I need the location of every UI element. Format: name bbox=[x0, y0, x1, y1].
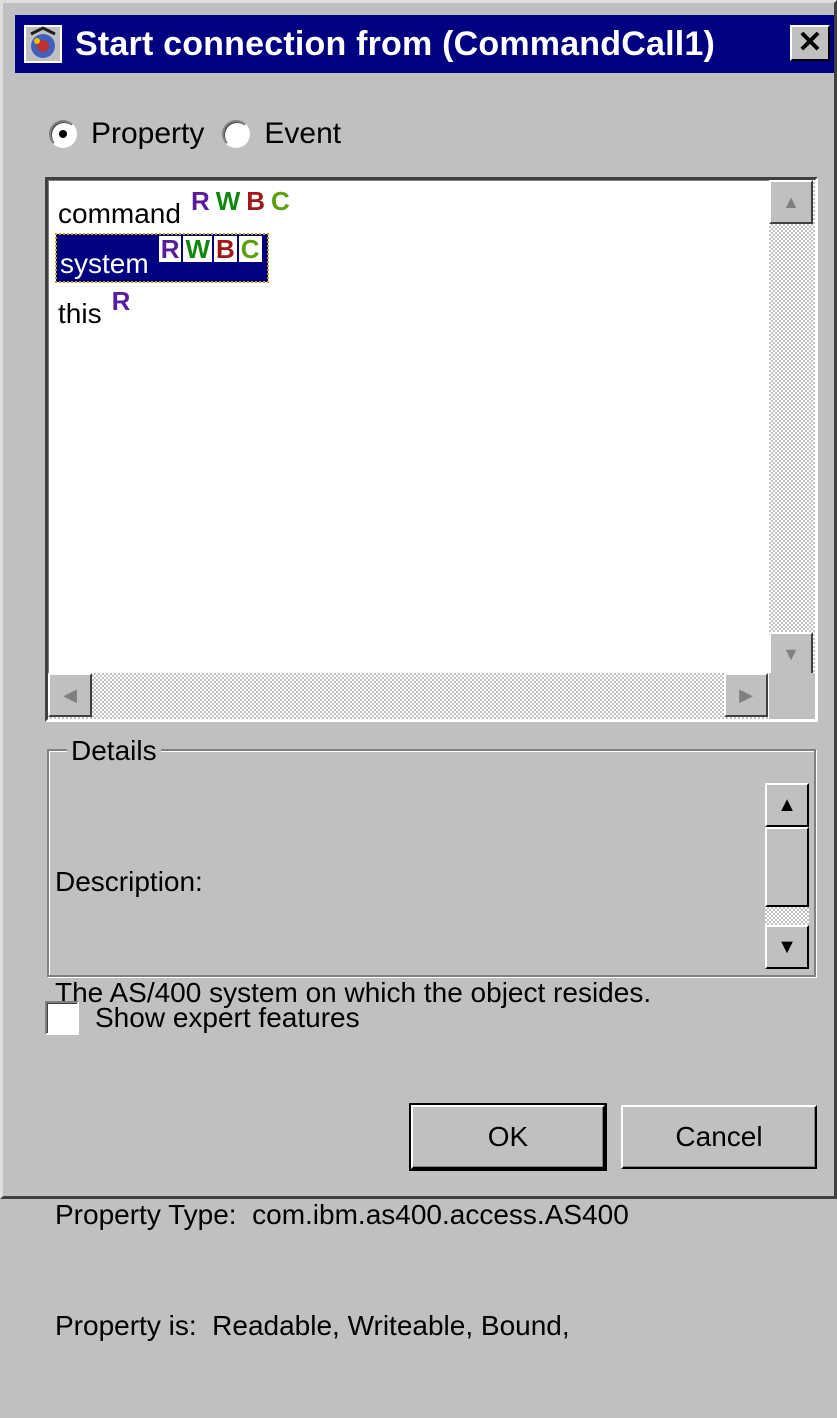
close-button[interactable]: ✕ bbox=[790, 25, 830, 61]
show-expert-checkbox[interactable] bbox=[45, 1001, 79, 1035]
property-list[interactable]: command R W B C system R W B C this R ▲ … bbox=[45, 177, 818, 722]
property-name: system bbox=[60, 248, 149, 279]
flag-bound: B bbox=[214, 234, 237, 264]
property-list-items: command R W B C system R W B C this R bbox=[48, 180, 768, 676]
arrow-down-icon: ▼ bbox=[782, 643, 800, 664]
details-line: Property Type: com.ibm.as400.access.AS40… bbox=[55, 1199, 629, 1230]
radio-event-button[interactable] bbox=[222, 120, 251, 148]
list-vertical-scrollbar[interactable]: ▲ ▼ bbox=[769, 180, 815, 676]
flag-writeable: W bbox=[183, 234, 213, 264]
list-horizontal-scrollbar[interactable]: ◀ ▶ bbox=[48, 673, 768, 719]
scroll-down-button[interactable]: ▼ bbox=[769, 632, 813, 676]
arrow-down-icon: ▼ bbox=[777, 935, 797, 958]
flag-constrained: C bbox=[238, 234, 262, 264]
radio-property[interactable]: Property bbox=[49, 117, 204, 151]
beans-connect-icon bbox=[19, 20, 67, 68]
flag-readable: R bbox=[190, 186, 210, 216]
details-line: Property is: Readable, Writeable, Bound, bbox=[55, 1310, 570, 1341]
property-flags: R bbox=[112, 286, 137, 317]
list-item[interactable]: command R W B C bbox=[58, 184, 296, 230]
arrow-right-icon: ▶ bbox=[739, 684, 753, 705]
dialog-window: Start connection from (CommandCall1) ✕ P… bbox=[0, 0, 837, 1341]
show-expert-row[interactable]: Show expert features bbox=[45, 1001, 360, 1035]
scroll-right-button[interactable]: ▶ bbox=[724, 673, 768, 717]
details-legend: Details bbox=[67, 735, 161, 767]
property-flags: R W B C bbox=[191, 186, 296, 217]
ok-button[interactable]: OK bbox=[409, 1103, 607, 1171]
list-item[interactable]: this R bbox=[58, 284, 136, 330]
flag-readable: R bbox=[111, 286, 131, 316]
details-scroll-up-button[interactable]: ▲ bbox=[765, 783, 809, 827]
cancel-button[interactable]: Cancel bbox=[621, 1105, 817, 1169]
details-scroll-down-button[interactable]: ▼ bbox=[765, 925, 809, 969]
connection-type-group: Property Event bbox=[49, 111, 359, 157]
flag-bound: B bbox=[246, 186, 266, 216]
flag-writeable: W bbox=[215, 186, 241, 216]
details-text[interactable]: Description: The AS/400 system on which … bbox=[55, 789, 755, 1418]
scrollbar-corner bbox=[769, 673, 815, 719]
list-item-selected[interactable]: system R W B C bbox=[55, 233, 269, 283]
arrow-left-icon: ◀ bbox=[63, 684, 77, 705]
radio-selected-dot bbox=[59, 130, 67, 138]
scroll-up-button[interactable]: ▲ bbox=[769, 180, 813, 224]
flag-constrained: C bbox=[271, 186, 290, 216]
arrow-up-icon: ▲ bbox=[777, 793, 797, 816]
radio-property-label[interactable]: Property bbox=[91, 117, 204, 151]
radio-event[interactable]: Event bbox=[222, 117, 341, 151]
radio-property-button[interactable] bbox=[49, 120, 77, 148]
show-expert-label[interactable]: Show expert features bbox=[95, 1002, 360, 1034]
window-title: Start connection from (CommandCall1) bbox=[75, 24, 716, 63]
scroll-left-button[interactable]: ◀ bbox=[48, 673, 92, 717]
arrow-up-icon: ▲ bbox=[782, 191, 800, 212]
property-name: this bbox=[58, 298, 102, 329]
details-line: Description: bbox=[55, 866, 203, 897]
property-name: command bbox=[58, 198, 181, 229]
radio-event-label[interactable]: Event bbox=[264, 117, 341, 151]
title-bar[interactable]: Start connection from (CommandCall1) ✕ bbox=[15, 15, 834, 73]
details-scrollbar[interactable]: ▲ ▼ bbox=[765, 783, 809, 969]
close-icon: ✕ bbox=[797, 26, 823, 59]
flag-readable: R bbox=[158, 234, 182, 264]
details-scroll-thumb[interactable] bbox=[765, 827, 809, 907]
property-flags: R W B C bbox=[158, 234, 264, 264]
